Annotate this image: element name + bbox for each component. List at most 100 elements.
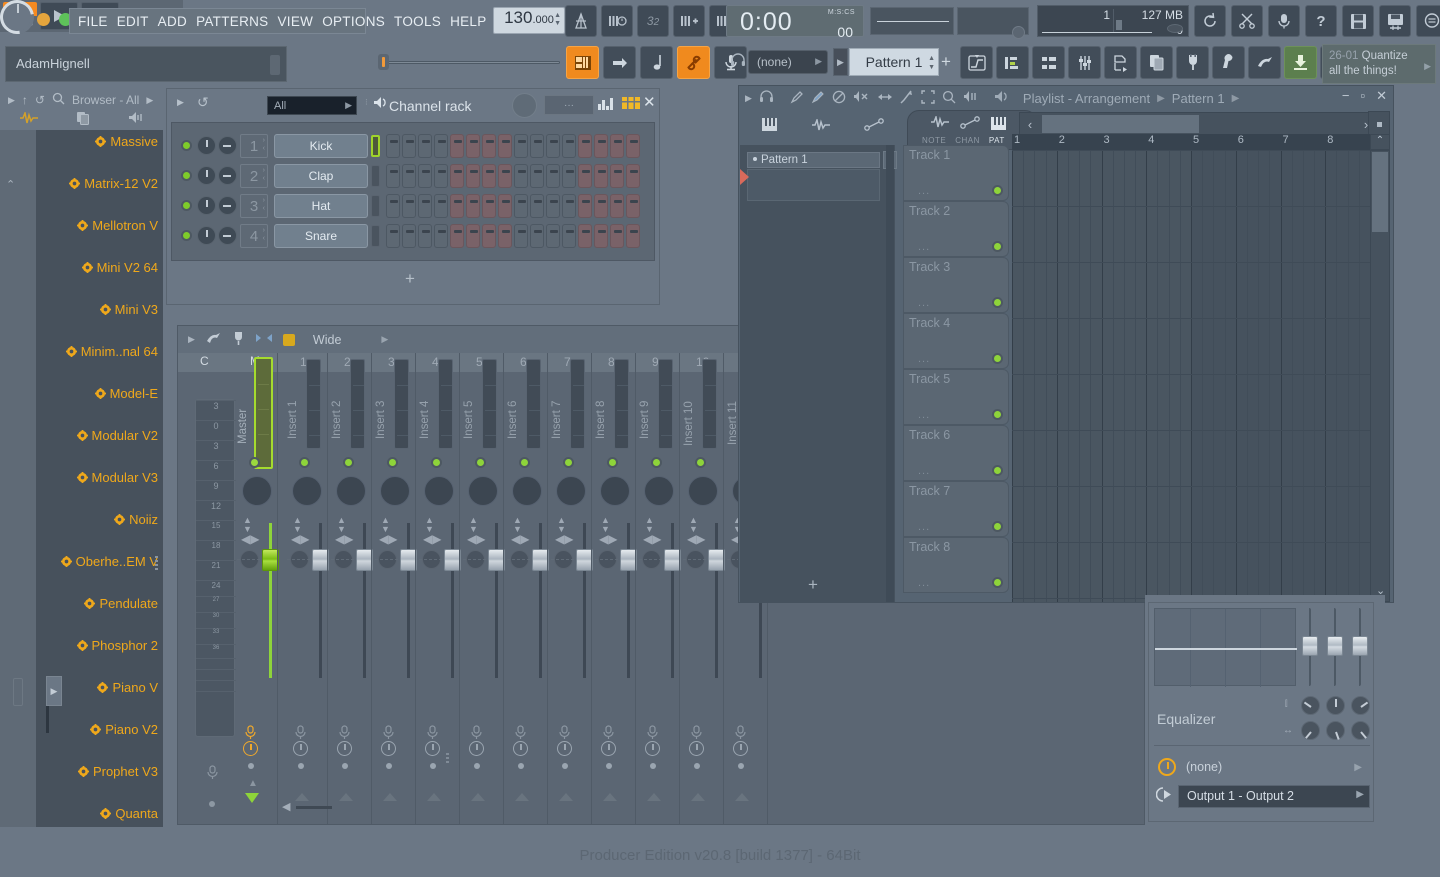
playlist-track-header[interactable]: Track 1... <box>903 145 1009 201</box>
pattern-name-field[interactable]: Pattern 1 ▲ ▼ <box>849 48 939 76</box>
playlist-track-header[interactable]: Track 3... <box>903 257 1009 313</box>
browser-plugin-item[interactable]: Prophet V3 <box>0 761 163 782</box>
browser-grip-icon[interactable] <box>155 556 158 574</box>
browser-plugin-item[interactable]: Quanta <box>0 803 163 824</box>
mixer-enable-led[interactable] <box>249 457 260 468</box>
toggle-browser-button[interactable] <box>677 46 710 79</box>
step-button[interactable] <box>626 194 640 218</box>
mixer-pan-knob[interactable] <box>688 476 718 506</box>
pat-source-icon[interactable] <box>990 116 1007 134</box>
step-button[interactable] <box>498 194 512 218</box>
step-button[interactable] <box>434 164 448 188</box>
menu-item-view[interactable]: VIEW <box>277 14 313 29</box>
playlist-track-led[interactable] <box>992 521 1003 532</box>
mixer-pan-knob[interactable] <box>292 476 322 506</box>
mixer-pan-icon[interactable]: ◀▶ <box>335 533 353 545</box>
project-name-field[interactable]: AdamHignell <box>5 46 287 82</box>
channel-name-button[interactable]: Clap <box>274 164 368 188</box>
channel-number-spinner-icon[interactable]: › ‹ <box>263 137 265 153</box>
browser-scroll-up-icon[interactable]: ⌃ <box>6 178 15 191</box>
browser-resize-handle[interactable] <box>13 678 23 706</box>
rack-menu-icon[interactable]: ▶ <box>177 97 184 108</box>
mixer-hscrollbar[interactable]: ◀ <box>282 800 332 813</box>
mixer-window-icon[interactable] <box>1068 46 1101 79</box>
step-button[interactable] <box>562 224 576 248</box>
mixer-pan-icon[interactable]: ◀▶ <box>379 533 397 545</box>
browser-menu-icon[interactable]: ▶ <box>8 95 15 106</box>
master-pitch-slider[interactable] <box>870 7 954 35</box>
channel-name-button[interactable]: Snare <box>274 224 368 248</box>
channel-number-spinner-icon[interactable]: › ‹ <box>263 197 265 213</box>
channel-number[interactable]: 2 › ‹ <box>240 164 268 188</box>
channel-mute-button[interactable] <box>371 135 380 157</box>
mixer-route-down-icon[interactable] <box>603 793 617 801</box>
channel-mute-button[interactable] <box>371 165 380 187</box>
channel-number[interactable]: 4 › ‹ <box>240 224 268 248</box>
eq-gain-knob-mid[interactable] <box>1326 696 1345 715</box>
mixer-pan-icon[interactable]: ◀▶ <box>467 533 485 545</box>
step-button[interactable] <box>402 194 416 218</box>
playlist-track-led[interactable] <box>992 185 1003 196</box>
piano-roll-mode-icon[interactable] <box>761 117 778 135</box>
step-button[interactable] <box>434 134 448 158</box>
browser-expand-arrow-icon[interactable]: ▶ <box>46 676 62 706</box>
step-button[interactable] <box>418 134 432 158</box>
channel-name-button[interactable]: Hat <box>274 194 368 218</box>
playlist-track-header[interactable]: Track 6... <box>903 425 1009 481</box>
channel-volume-knob[interactable] <box>197 196 216 215</box>
equalizer-graph[interactable] <box>1154 608 1297 687</box>
copy-icon[interactable] <box>1140 46 1173 79</box>
browser-plugin-item[interactable]: Matrix-12 V2 <box>0 173 163 194</box>
mixer-pan-icon[interactable]: ◀▶ <box>423 533 441 545</box>
mixer-route-down-icon[interactable] <box>339 793 353 801</box>
playlist-zoom-button[interactable] <box>1368 111 1390 135</box>
download-icon[interactable] <box>1284 46 1317 79</box>
mixer-latency-icon[interactable] <box>293 741 308 756</box>
browser-plugin-item[interactable]: Minim..nal 64 <box>0 341 163 362</box>
step-button[interactable] <box>530 194 544 218</box>
chevron-right-icon[interactable]: ▶ <box>1354 762 1362 773</box>
step-button[interactable] <box>626 224 640 248</box>
mixer-enable-led[interactable] <box>343 457 354 468</box>
channel-filter-dropdown[interactable]: All ▶ <box>267 96 357 115</box>
mixer-pan-knob[interactable] <box>512 476 542 506</box>
mixer-view-label[interactable]: Wide <box>313 333 341 347</box>
mixer-strip-insert[interactable]: Insert 3 ▲ ▼ ◀▶ <box>372 353 417 824</box>
mixer-latency-icon[interactable] <box>733 741 748 756</box>
menu-item-patterns[interactable]: PATTERNS <box>196 14 268 29</box>
step-button[interactable] <box>434 194 448 218</box>
mixer-enable-led[interactable] <box>651 457 662 468</box>
eq-gain-knob-low[interactable] <box>1301 696 1320 715</box>
menu-item-options[interactable]: OPTIONS <box>322 14 385 29</box>
toggle-playlist-button[interactable] <box>603 46 636 79</box>
mixer-enable-led[interactable] <box>299 457 310 468</box>
step-button[interactable] <box>482 134 496 158</box>
channel-volume-knob[interactable] <box>197 166 216 185</box>
browser-plugin-item[interactable]: Mini V3 <box>0 299 163 320</box>
playlist-track-header[interactable]: Track 2... <box>903 201 1009 257</box>
mixer-latency-icon[interactable] <box>381 741 396 756</box>
step-button[interactable] <box>402 164 416 188</box>
browser-plugin-item[interactable]: Massive <box>0 131 163 152</box>
mixer-latency-icon[interactable] <box>425 741 440 756</box>
step-button[interactable] <box>546 194 560 218</box>
effects-chain-icon[interactable] <box>1212 46 1245 79</box>
browser-plugin-item[interactable]: Modular V3 <box>0 467 163 488</box>
browser-plugin-item[interactable]: Pendulate <box>0 593 163 614</box>
mixer-link-icon[interactable] <box>255 332 273 347</box>
cut-icon[interactable] <box>1231 5 1263 37</box>
mixer-pan-knob[interactable] <box>644 476 674 506</box>
mixer-route-down-icon[interactable] <box>559 793 573 801</box>
scroll-left-icon[interactable]: ◀ <box>282 801 290 813</box>
browser-chevron-icon[interactable]: ▶ <box>146 95 153 106</box>
step-button[interactable] <box>594 224 608 248</box>
add-channel-button[interactable]: + <box>405 269 415 289</box>
channel-settings-icon[interactable] <box>1032 46 1065 79</box>
mixer-enable-led[interactable] <box>563 457 574 468</box>
browser-back-icon[interactable]: ↺ <box>35 93 45 107</box>
note-source-icon[interactable] <box>930 114 950 134</box>
channel-name-button[interactable]: Kick <box>274 134 368 158</box>
mixer-latency-icon[interactable] <box>689 741 704 756</box>
count-in-icon[interactable]: 32 <box>637 5 669 37</box>
mixer-pan-knob[interactable] <box>242 476 272 506</box>
